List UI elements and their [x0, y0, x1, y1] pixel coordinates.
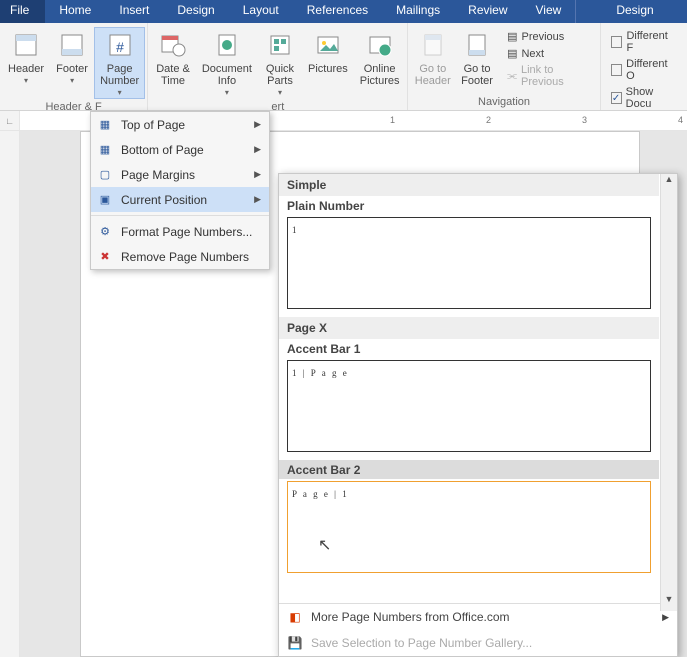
menu-current-position[interactable]: ▣ Current Position▶	[91, 187, 269, 212]
quick-parts-button[interactable]: Quick Parts▾	[258, 27, 302, 99]
tab-review[interactable]: Review	[454, 0, 521, 23]
tab-insert[interactable]: Insert	[105, 0, 163, 23]
format-icon: ⚙	[97, 224, 113, 240]
checkbox-checked-icon: ✓	[611, 92, 622, 104]
chevron-right-icon: ▶	[254, 194, 261, 205]
svg-text:#: #	[116, 39, 124, 55]
page-number-icon: #	[104, 29, 136, 61]
page-margins-icon: ▢	[97, 167, 113, 183]
goto-footer-button[interactable]: Go to Footer	[455, 27, 499, 94]
goto-header-icon	[417, 29, 449, 61]
date-time-icon	[157, 29, 189, 61]
different-first-check[interactable]: Different F	[607, 29, 681, 55]
gallery-more-office[interactable]: ◧ More Page Numbers from Office.com ▶	[279, 604, 677, 630]
gallery-item-plain-number[interactable]: 1	[287, 217, 651, 309]
header-button[interactable]: Header▾	[2, 27, 50, 99]
chevron-right-icon: ▶	[254, 119, 261, 130]
tab-home[interactable]: Home	[45, 0, 105, 23]
date-time-button[interactable]: Date & Time	[150, 27, 196, 99]
save-icon: 💾	[287, 635, 303, 651]
show-document-check[interactable]: ✓Show Docu	[607, 85, 681, 111]
chevron-right-icon: ▶	[662, 612, 669, 623]
page-number-button[interactable]: # Page Number▾	[94, 27, 145, 99]
quick-parts-icon	[264, 29, 296, 61]
tab-references[interactable]: References	[293, 0, 382, 23]
current-position-icon: ▣	[97, 192, 113, 208]
tab-mailings[interactable]: Mailings	[382, 0, 454, 23]
ruler-tick: 3	[582, 115, 587, 125]
chevron-right-icon: ▶	[254, 169, 261, 180]
checkbox-icon	[611, 64, 623, 76]
menu-top-of-page[interactable]: ▦ Top of Page▶	[91, 112, 269, 137]
different-odd-check[interactable]: Different O	[607, 57, 681, 83]
goto-header-button[interactable]: Go to Header	[410, 27, 455, 94]
page-number-menu: ▦ Top of Page▶ ▦ Bottom of Page▶ ▢ Page …	[90, 111, 270, 270]
page-top-icon: ▦	[97, 117, 113, 133]
gallery-save-selection: 💾 Save Selection to Page Number Gallery.…	[279, 630, 677, 656]
menu-bottom-of-page[interactable]: ▦ Bottom of Page▶	[91, 137, 269, 162]
pictures-button[interactable]: Pictures	[302, 27, 354, 99]
tab-design[interactable]: Design	[163, 0, 228, 23]
footer-icon	[56, 29, 88, 61]
document-info-icon	[211, 29, 243, 61]
ribbon: Header▾ Footer▾ # Page Number▾ Header & …	[0, 23, 687, 111]
office-icon: ◧	[287, 609, 303, 625]
gallery-item-plain-number-label: Plain Number	[279, 196, 659, 215]
gallery-item-accent-bar-2-label: Accent Bar 2	[279, 460, 659, 479]
tab-view[interactable]: View	[522, 0, 576, 23]
group-navigation-label: Navigation	[410, 94, 597, 110]
gallery-item-accent-bar-2[interactable]: P a g e | 1	[287, 481, 651, 573]
gallery-scrollbar[interactable]: ▲ ▼	[660, 174, 677, 611]
previous-icon: ▤	[507, 30, 517, 43]
vertical-ruler[interactable]	[0, 131, 20, 657]
page-bottom-icon: ▦	[97, 142, 113, 158]
gallery-category-page-x: Page X	[279, 317, 659, 339]
menu-page-margins[interactable]: ▢ Page Margins▶	[91, 162, 269, 187]
checkbox-icon	[611, 36, 623, 48]
chevron-right-icon: ▶	[254, 144, 261, 155]
gallery-item-accent-bar-1-label: Accent Bar 1	[279, 339, 659, 358]
remove-icon: ✖	[97, 249, 113, 265]
link-icon: ⫘	[507, 70, 517, 83]
header-icon	[10, 29, 42, 61]
ruler-corner: ∟	[0, 111, 20, 130]
ruler-tick: 1	[390, 115, 395, 125]
gallery-category-simple: Simple	[279, 174, 659, 196]
ruler-tick: 4	[678, 115, 683, 125]
page-number-gallery: Simple Plain Number 1 Page X Accent Bar …	[278, 173, 678, 657]
preview-text: 1 | P a g e	[292, 368, 349, 378]
scroll-down-icon[interactable]: ▼	[661, 594, 677, 611]
goto-footer-icon	[461, 29, 493, 61]
ruler-tick: 2	[486, 115, 491, 125]
scroll-up-icon[interactable]: ▲	[661, 174, 677, 191]
tab-file[interactable]: File	[0, 0, 45, 23]
footer-button[interactable]: Footer▾	[50, 27, 94, 99]
menu-format-page-numbers[interactable]: ⚙ Format Page Numbers...	[91, 219, 269, 244]
preview-text: 1	[292, 225, 299, 235]
preview-text: P a g e | 1	[292, 489, 349, 499]
tab-context-design[interactable]: Design	[575, 0, 687, 23]
online-pictures-button[interactable]: Online Pictures	[354, 27, 406, 99]
ribbon-tabs: File Home Insert Design Layout Reference…	[0, 0, 687, 23]
link-previous-button[interactable]: ⫘Link to Previous	[503, 63, 593, 89]
next-button[interactable]: ▤Next	[503, 46, 593, 61]
previous-button[interactable]: ▤Previous	[503, 29, 593, 44]
document-info-button[interactable]: Document Info▾	[196, 27, 258, 99]
next-icon: ▤	[507, 47, 517, 60]
tab-layout[interactable]: Layout	[229, 0, 293, 23]
online-pictures-icon	[364, 29, 396, 61]
menu-remove-page-numbers[interactable]: ✖ Remove Page Numbers	[91, 244, 269, 269]
gallery-item-accent-bar-1[interactable]: 1 | P a g e	[287, 360, 651, 452]
pictures-icon	[312, 29, 344, 61]
